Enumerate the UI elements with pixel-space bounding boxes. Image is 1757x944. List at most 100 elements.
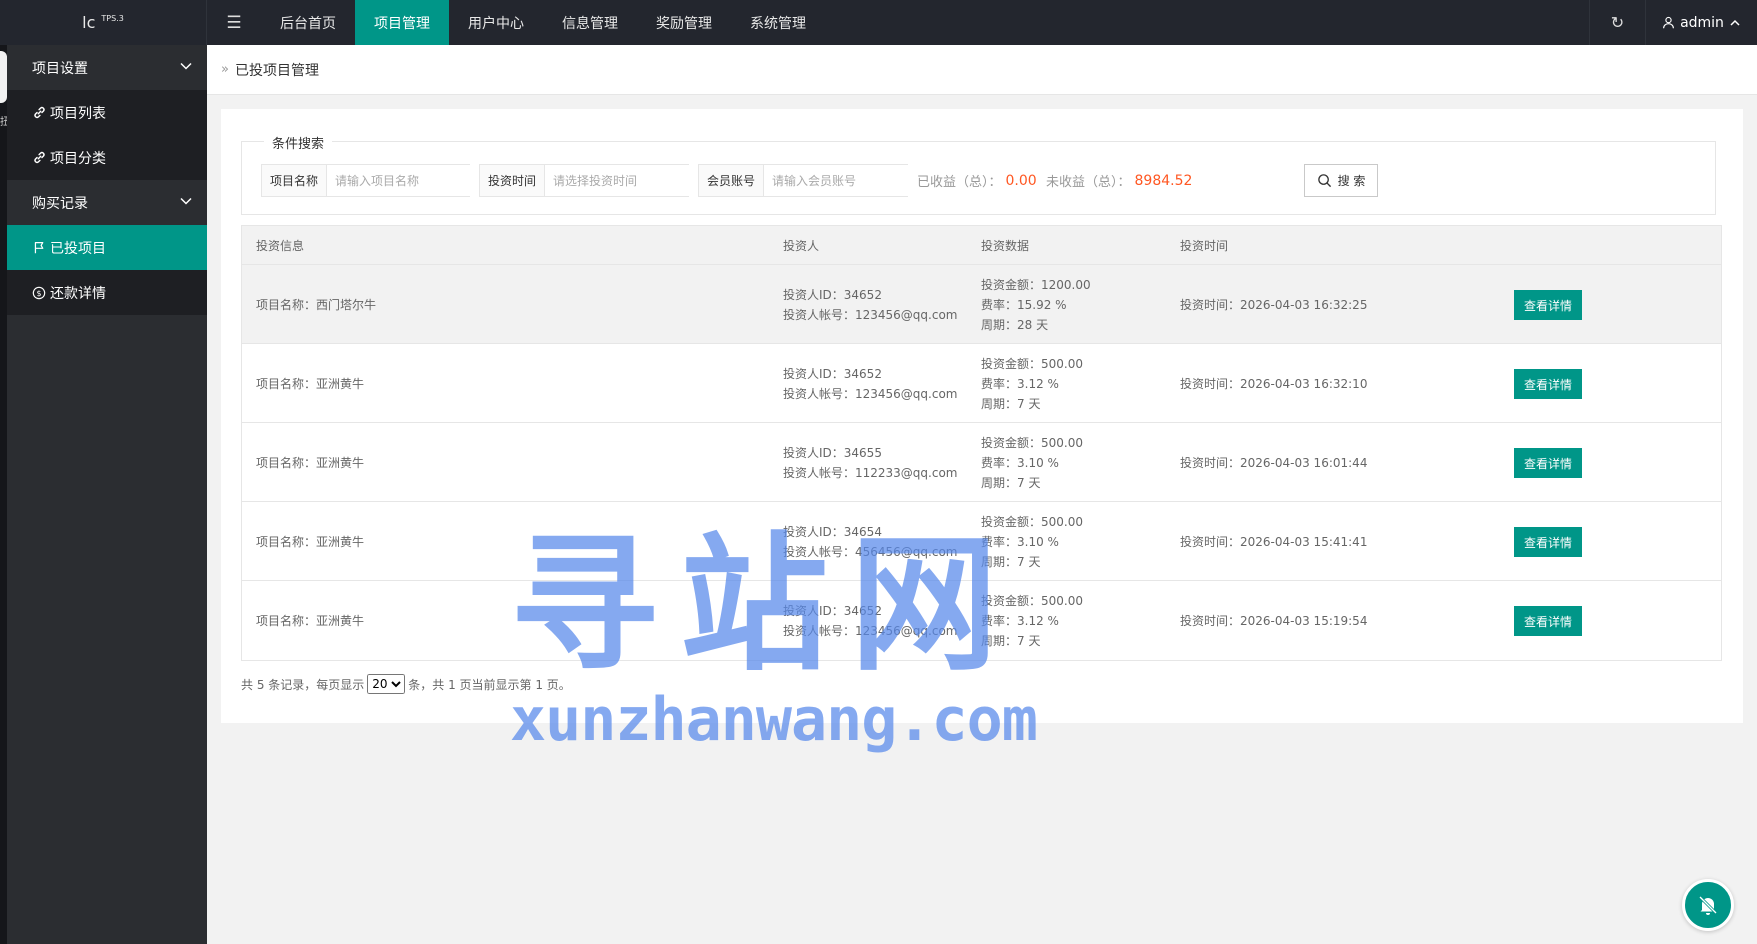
username: admin	[1680, 14, 1724, 31]
table-row[interactable]: 项目名称：亚洲黄牛 投资人ID：34655 投资人帐号：112233@qq.co…	[242, 423, 1721, 502]
column-header: 投资数据	[981, 239, 1030, 253]
top-bar: lc TPS.3 ☰ 后台首页 项目管理 用户中心 信息管理 奖励管理 系统管理 …	[0, 0, 1757, 45]
invest-amount: 投资金额：1200.00	[981, 277, 1091, 292]
refresh-icon[interactable]: ↻	[1589, 0, 1645, 45]
search-fieldset: 条件搜索 项目名称 投资时间 会员账号 已收益（总）：0.00 未收益（总）：8…	[241, 133, 1716, 215]
breadcrumb: » 已投项目管理	[207, 45, 1757, 95]
bell-off-icon[interactable]	[1682, 879, 1734, 931]
invest-time-cell: 投资时间：2026-04-03 16:32:10	[1180, 344, 1367, 423]
invest-period: 周期：7 天	[981, 396, 1041, 411]
table-row[interactable]: 项目名称：亚洲黄牛 投资人ID：34654 投资人帐号：456456@qq.co…	[242, 502, 1721, 581]
logo-version: TPS.3	[101, 14, 124, 23]
search-button[interactable]: 搜 索	[1304, 164, 1378, 197]
search-button-label: 搜 索	[1337, 174, 1366, 188]
investor-id: 投资人ID：34654	[783, 524, 882, 539]
view-details-button[interactable]: 查看详情	[1514, 369, 1582, 399]
investor-id: 投资人ID：34652	[783, 366, 882, 381]
project-cell: 项目名称：亚洲黄牛	[256, 581, 364, 660]
sidebar-group-project-settings[interactable]: 项目设置	[7, 45, 207, 90]
project-name: 项目名称：亚洲黄牛	[256, 376, 365, 391]
page-title: 已投项目管理	[234, 62, 319, 79]
table-header: 投资信息 投资人 投资数据 投资时间	[242, 226, 1721, 265]
table-row[interactable]: 项目名称：西门塔尔牛 投资人ID：34652 投资人帐号：123456@qq.c…	[242, 265, 1721, 344]
investor-cell: 投资人ID：34652 投资人帐号：123456@qq.com	[783, 344, 958, 423]
menu-toggle-icon[interactable]: ☰	[207, 0, 261, 45]
invest-period: 周期：7 天	[981, 475, 1041, 490]
invest-period: 周期：7 天	[981, 554, 1041, 569]
nav-item-dashboard[interactable]: 后台首页	[261, 0, 355, 45]
investor-id: 投资人ID：34652	[783, 603, 882, 618]
investment-table: 投资信息 投资人 投资数据 投资时间 项目名称：西门塔尔牛 投资人ID：3465…	[241, 225, 1722, 661]
view-details-button[interactable]: 查看详情	[1514, 527, 1582, 557]
invest-data-cell: 投资金额：500.00 费率：3.10 % 周期：7 天	[981, 423, 1083, 502]
invest-time-input[interactable]	[545, 165, 695, 196]
sidebar-group-purchase-records[interactable]: 购买记录	[7, 180, 207, 225]
invest-time-cell: 投资时间：2026-04-03 16:01:44	[1180, 423, 1367, 502]
member-account-input[interactable]	[764, 165, 914, 196]
invest-amount: 投资金额：500.00	[981, 356, 1083, 371]
sidebar-item-label: 还款详情	[50, 285, 106, 302]
invest-data-cell: 投资金额：1200.00 费率：15.92 % 周期：28 天	[981, 265, 1091, 344]
sidebar: 扭 项目设置 项目列表 项目分类 购买记录 已投项目 $ 还款详情	[0, 45, 207, 944]
invest-period: 周期：7 天	[981, 633, 1041, 648]
investor-cell: 投资人ID：34652 投资人帐号：123456@qq.com	[783, 581, 958, 660]
nav-item-info-management[interactable]: 信息管理	[543, 0, 637, 45]
main-content: » 已投项目管理 条件搜索 项目名称 投资时间 会员账号 已收益（总）：0.00…	[207, 45, 1757, 944]
investor-cell: 投资人ID：34655 投资人帐号：112233@qq.com	[783, 423, 958, 502]
project-name: 项目名称：亚洲黄牛	[256, 455, 365, 470]
project-name-input[interactable]	[327, 165, 476, 196]
invest-amount: 投资金额：500.00	[981, 514, 1083, 529]
sidebar-item-label: 项目分类	[50, 150, 106, 167]
logo[interactable]: lc TPS.3	[0, 0, 207, 45]
user-menu[interactable]: admin	[1645, 0, 1757, 45]
sidebar-item-repayment-details[interactable]: $ 还款详情	[7, 270, 207, 315]
investor-cell: 投资人ID：34654 投资人帐号：456456@qq.com	[783, 502, 958, 581]
nav-item-reward-management[interactable]: 奖励管理	[637, 0, 731, 45]
invest-time-cell: 投资时间：2026-04-03 15:19:54	[1180, 581, 1367, 660]
sidebar-item-project-category[interactable]: 项目分类	[7, 135, 207, 180]
search-legend: 条件搜索	[264, 133, 333, 152]
invest-rate: 费率：3.10 %	[981, 455, 1059, 470]
invest-rate: 费率：3.10 %	[981, 534, 1059, 549]
search-icon	[1317, 174, 1331, 188]
chevron-up-icon	[1730, 19, 1740, 26]
view-details-button[interactable]: 查看详情	[1514, 448, 1582, 478]
sidebar-item-invested-projects[interactable]: 已投项目	[7, 225, 207, 270]
user-icon	[1663, 16, 1675, 29]
side-tab-handle[interactable]	[0, 51, 7, 103]
nav-item-user-center[interactable]: 用户中心	[449, 0, 543, 45]
investor-id: 投资人ID：34655	[783, 445, 882, 460]
invest-time: 投资时间：2026-04-03 15:41:41	[1180, 534, 1368, 549]
column-header: 投资信息	[256, 239, 305, 253]
project-cell: 项目名称：亚洲黄牛	[256, 423, 364, 502]
column-header: 投资时间	[1180, 239, 1229, 253]
view-details-button[interactable]: 查看详情	[1514, 606, 1582, 636]
double-chevron-right-icon: »	[221, 62, 229, 77]
pending-total: 未收益（总）： 8984.52	[1046, 164, 1192, 197]
sidebar-group-label: 购买记录	[32, 195, 88, 212]
field-label: 投资时间	[480, 165, 546, 196]
pending-label: 未收益（总）：	[1046, 175, 1131, 190]
investor-account: 投资人帐号：112233@qq.com	[783, 465, 958, 480]
invest-rate: 费率：15.92 %	[981, 297, 1067, 312]
link-icon	[32, 151, 46, 164]
table-row[interactable]: 项目名称：亚洲黄牛 投资人ID：34652 投资人帐号：123456@qq.co…	[242, 344, 1721, 423]
content-card: 条件搜索 项目名称 投资时间 会员账号 已收益（总）：0.00 未收益（总）：8…	[221, 109, 1743, 723]
invest-period: 周期：28 天	[981, 317, 1049, 332]
project-name: 项目名称：西门塔尔牛	[256, 297, 377, 312]
investor-account: 投资人帐号：123456@qq.com	[783, 386, 958, 401]
view-details-button[interactable]: 查看详情	[1514, 290, 1582, 320]
sidebar-item-project-list[interactable]: 项目列表	[7, 90, 207, 135]
nav-item-system-management[interactable]: 系统管理	[731, 0, 825, 45]
project-name: 项目名称：亚洲黄牛	[256, 613, 365, 628]
nav-item-project-management[interactable]: 项目管理	[355, 0, 449, 45]
invest-data-cell: 投资金额：500.00 费率：3.10 % 周期：7 天	[981, 502, 1083, 581]
logo-text: lc	[82, 13, 96, 32]
chevron-down-icon	[180, 197, 192, 205]
invest-time: 投资时间：2026-04-03 15:19:54	[1180, 613, 1368, 628]
page-size-select[interactable]: 20	[367, 674, 406, 694]
table-row[interactable]: 项目名称：亚洲黄牛 投资人ID：34652 投资人帐号：123456@qq.co…	[242, 581, 1721, 660]
sidebar-item-label: 已投项目	[50, 240, 106, 257]
pager-text-before: 共 5 条记录，每页显示	[241, 677, 365, 692]
link-icon	[32, 106, 46, 119]
